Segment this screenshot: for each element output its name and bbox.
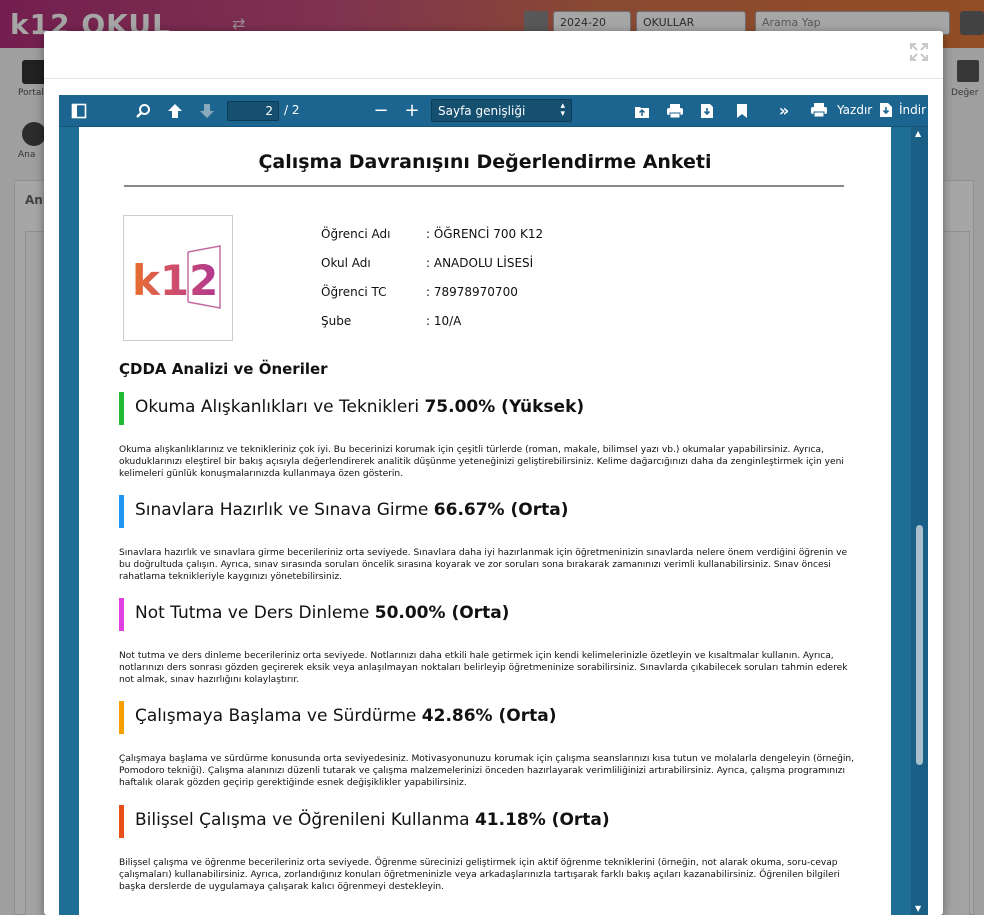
analysis-item-score: 42.86% (Orta)	[421, 706, 557, 726]
bookmark-icon[interactable]	[735, 101, 755, 121]
analysis-item-score: 41.18% (Orta)	[474, 810, 610, 830]
zoom-select[interactable]: Sayfa genişliği ▴ ▾	[431, 99, 572, 122]
info-value: : ANADOLU LİSESİ	[426, 256, 534, 270]
previous-page-icon[interactable]	[167, 101, 187, 121]
info-value: : 78978970700	[426, 285, 518, 299]
analysis-item-text: Bilişsel çalışma ve öğrenme becerilerini…	[119, 858, 840, 892]
download-button[interactable]: İndir	[899, 103, 926, 117]
pdf-page: Çalışma Davranışını Değerlendirme Anketi…	[79, 127, 891, 915]
save-icon[interactable]	[699, 101, 719, 121]
analysis-item-score: 75.00% (Yüksek)	[424, 397, 585, 417]
info-label: Şube	[321, 314, 352, 328]
modal-divider	[44, 78, 943, 79]
sidebar-toggle-icon[interactable]	[71, 101, 89, 121]
document-title: Çalışma Davranışını Değerlendirme Anketi	[258, 151, 712, 173]
expand-icon[interactable]	[909, 43, 929, 63]
page-total: / 2	[284, 103, 300, 117]
analysis-item-score: 66.67% (Orta)	[433, 500, 569, 520]
score-color-bar	[119, 598, 124, 631]
scroll-down-icon[interactable]: ▼	[915, 904, 921, 913]
score-color-bar	[119, 805, 124, 838]
pdf-viewer: 2 / 2 − + Sayfa genişliği ▴ ▾ » Yazdır İ…	[59, 95, 928, 915]
title-divider	[124, 185, 844, 187]
next-page-icon[interactable]	[199, 101, 219, 121]
open-file-icon[interactable]	[634, 101, 654, 121]
info-label: Öğrenci Adı	[321, 227, 391, 241]
info-label: Öğrenci TC	[321, 285, 387, 299]
analysis-item-heading: Bilişsel Çalışma ve Öğrenileni Kullanma …	[135, 810, 610, 830]
search-icon[interactable]	[135, 101, 153, 121]
score-color-bar	[119, 495, 124, 528]
print-button[interactable]: Yazdır	[837, 103, 872, 117]
info-label: Okul Adı	[321, 256, 371, 270]
zoom-out-icon[interactable]: −	[372, 101, 390, 121]
zoom-in-icon[interactable]: +	[403, 101, 421, 121]
pdf-scrollbar[interactable]: ▲ ▼	[911, 127, 928, 915]
scroll-thumb[interactable]	[916, 525, 923, 765]
analysis-item-text: Çalışmaya başlama ve sürdürme konusunda …	[119, 754, 855, 788]
scroll-up-icon[interactable]: ▲	[915, 129, 921, 138]
tools-chevron-icon[interactable]: »	[774, 101, 794, 121]
analysis-heading: ÇDDA Analizi ve Öneriler	[119, 360, 328, 378]
analysis-item-heading: Çalışmaya Başlama ve Sürdürme 42.86% (Or…	[135, 706, 557, 726]
zoom-select-value: Sayfa genişliği	[438, 104, 526, 118]
score-color-bar	[119, 392, 124, 425]
info-value: : 10/A	[426, 314, 462, 328]
analysis-item-heading: Not Tutma ve Ders Dinleme 50.00% (Orta)	[135, 603, 510, 623]
analysis-item-text: Not tutma ve ders dinleme becerileriniz …	[119, 651, 848, 685]
school-logo: k12	[123, 215, 233, 341]
report-modal: 2 / 2 − + Sayfa genişliği ▴ ▾ » Yazdır İ…	[44, 31, 943, 915]
page-number-input[interactable]: 2	[227, 101, 279, 121]
download-button-icon[interactable]	[879, 101, 893, 121]
print-icon[interactable]	[666, 101, 686, 121]
analysis-item-text: Okuma alışkanlıklarınız ve teknikleriniz…	[119, 445, 844, 479]
print-button-icon[interactable]	[810, 101, 828, 121]
info-value: : ÖĞRENCİ 700 K12	[426, 227, 544, 241]
pdf-toolbar: 2 / 2 − + Sayfa genişliği ▴ ▾ » Yazdır İ…	[59, 95, 928, 127]
analysis-item-heading: Okuma Alışkanlıkları ve Teknikleri 75.00…	[135, 397, 585, 417]
select-arrows-icon: ▴ ▾	[560, 101, 565, 119]
score-color-bar	[119, 701, 124, 734]
svg-text:k12: k12	[132, 256, 218, 305]
analysis-item-text: Sınavlara hazırlık ve sınavlara girme be…	[119, 548, 848, 582]
analysis-item-heading: Sınavlara Hazırlık ve Sınava Girme 66.67…	[135, 500, 569, 520]
analysis-item-score: 50.00% (Orta)	[374, 603, 510, 623]
